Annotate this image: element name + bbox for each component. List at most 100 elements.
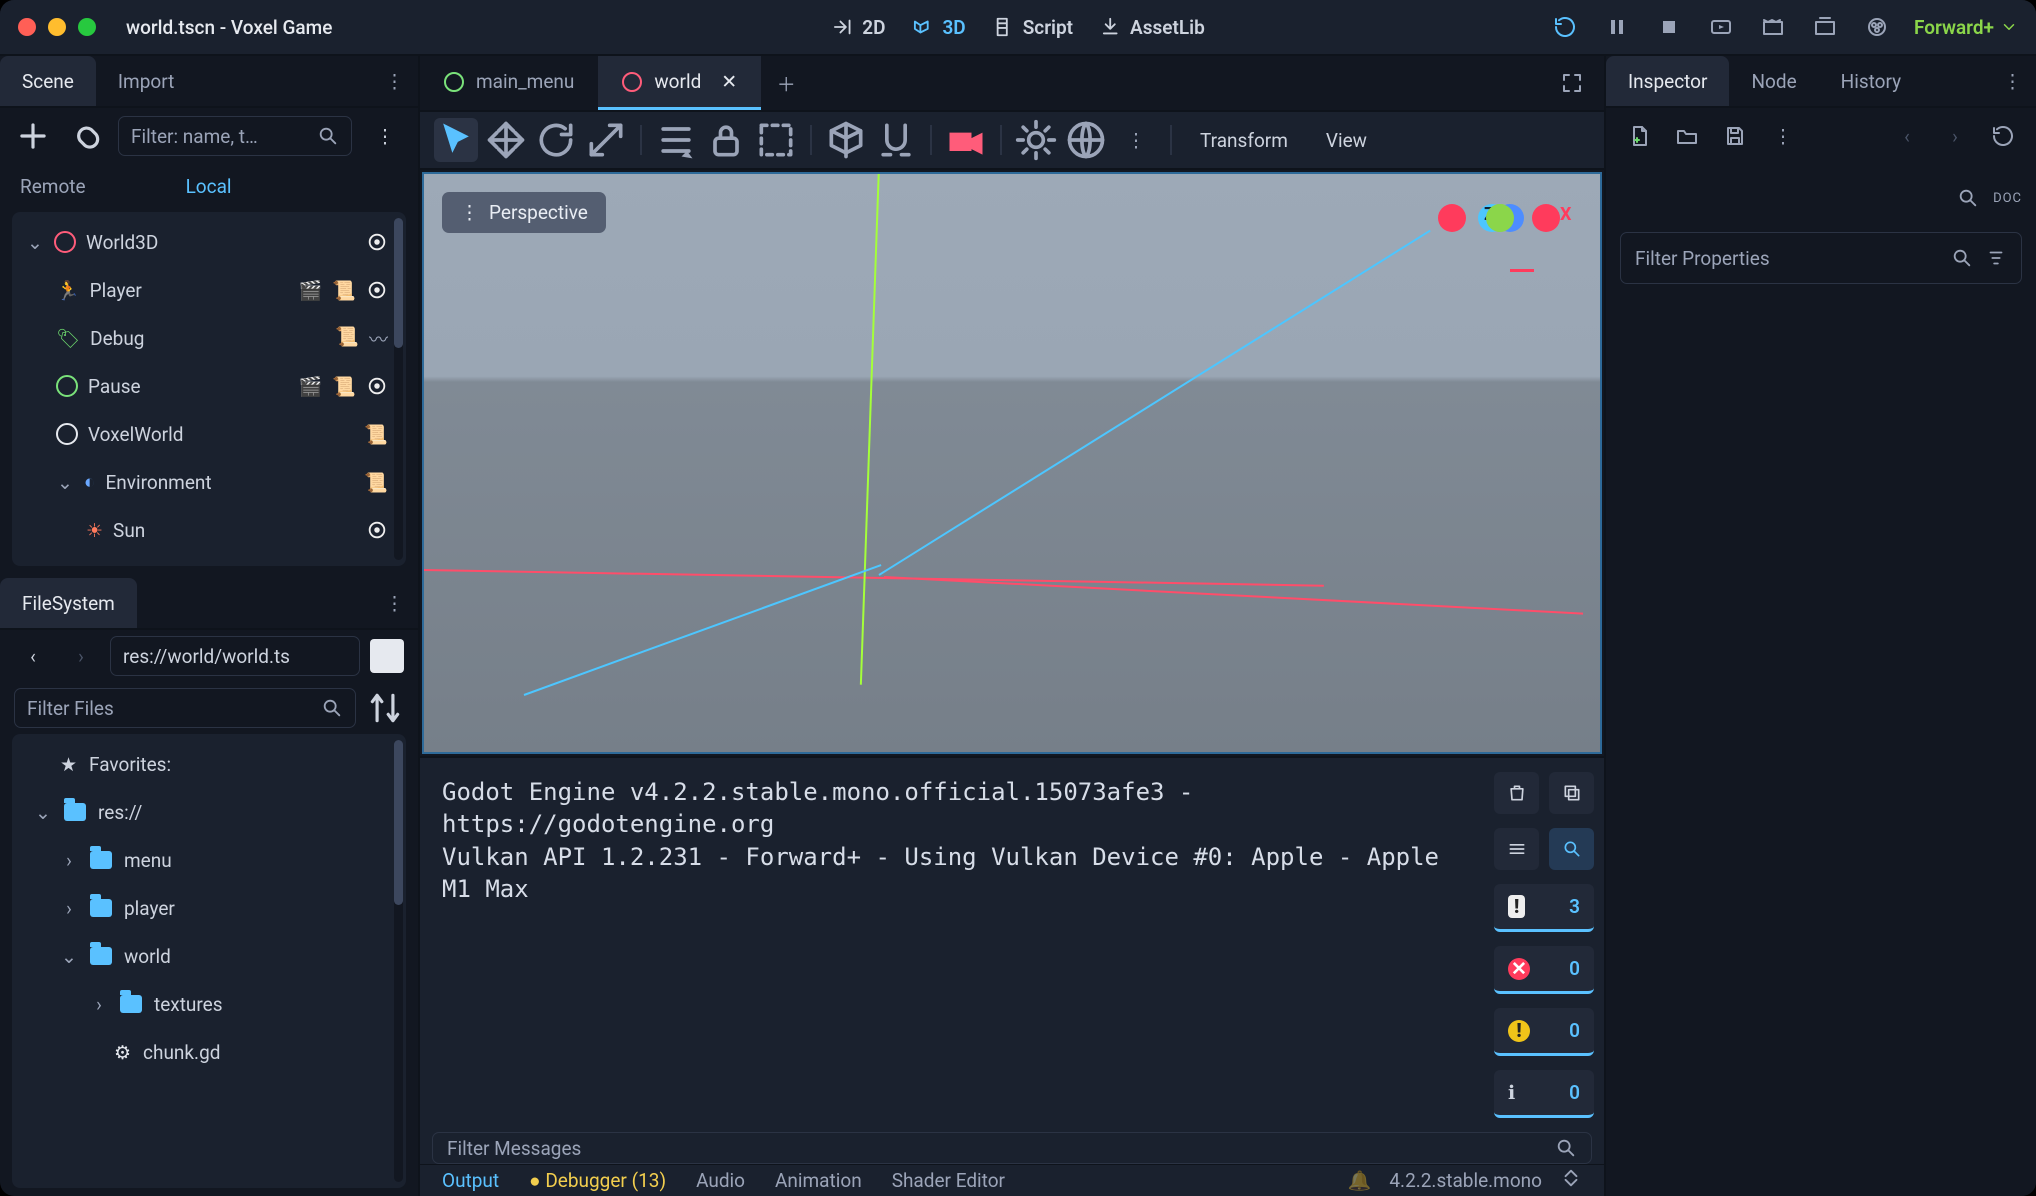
history-forward-button[interactable]: › [1940,121,1970,151]
scene-tree[interactable]: ⌄ World3D 🏃 Player 🎬 📜 🏷 Debu [12,212,406,566]
orientation-gizmo[interactable]: Y Z X [1430,204,1570,344]
output-console[interactable]: Godot Engine v4.2.2.stable.mono.official… [420,758,1484,1132]
doc-label[interactable]: DOC [1993,191,2022,206]
save-resource-button[interactable] [1720,121,1750,151]
bottom-tab-audio[interactable]: Audio [696,1169,745,1192]
notification-bell-icon[interactable]: 🔔 [1348,1169,1372,1192]
gizmo-y-neg[interactable] [1486,204,1514,232]
clear-output-button[interactable] [1494,772,1539,814]
renderer-selector[interactable]: Forward+ [1914,16,2018,39]
fs-folder-world[interactable]: ⌄ world [12,932,406,980]
select-tool-button[interactable] [434,118,478,162]
fs-filter-input[interactable]: Filter Files [14,688,356,728]
local-tab[interactable]: Local [186,175,232,198]
scene-node-environment[interactable]: ⌄ ◐ Environment 📜 [12,458,406,506]
fs-back-button[interactable]: ‹ [14,637,52,675]
output-filter-input[interactable]: Filter Messages [432,1132,1592,1164]
scene-node-world3d[interactable]: ⌄ World3D [12,218,406,266]
output-search-button[interactable] [1549,828,1594,870]
script-icon[interactable]: 📜 [335,325,359,352]
fs-scrollbar[interactable] [394,740,403,1182]
add-scene-tab-button[interactable]: ＋ [761,56,811,110]
3d-viewport[interactable]: ⋮ Perspective Y Z X [422,172,1602,754]
inspector-menu-icon[interactable]: ⋮ [1768,121,1798,151]
visibility-icon[interactable] [366,231,388,253]
scene-node-player[interactable]: 🏃 Player 🎬 📜 [12,266,406,314]
scene-more-icon[interactable]: ⋮ [366,117,404,155]
tab-inspector[interactable]: Inspector [1606,56,1729,106]
fs-file-chunk[interactable]: ⚙ chunk.gd [12,1028,406,1076]
dock-menu-icon[interactable]: ⋮ [1989,56,2036,106]
scene-node-voxelworld[interactable]: VoxelWorld 📜 [12,410,406,458]
scene-filter-input[interactable]: Filter: name, t… [118,116,352,156]
scene-tab-world[interactable]: world ✕ [598,56,761,110]
close-window-icon[interactable] [18,18,36,36]
fs-preview-icon[interactable] [370,639,404,673]
edit-count-row[interactable]: ℹ0 [1494,1070,1594,1118]
scene-node-debug[interactable]: 🏷 Debug 📜 〰 [12,314,406,362]
scale-tool-button[interactable] [584,118,628,162]
scene-node-pause[interactable]: Pause 🎬 📜 [12,362,406,410]
viewport-menu-icon[interactable]: ⋮ [1114,118,1158,162]
visibility-icon[interactable] [366,519,388,541]
error-count-row[interactable]: ✕0 [1494,946,1594,994]
gizmo-x-neg[interactable] [1438,204,1466,232]
fs-folder-player[interactable]: › player [12,884,406,932]
gizmo-x-pos[interactable] [1532,204,1560,232]
info-count-row[interactable]: !3 [1494,884,1594,932]
warn-count-row[interactable]: !0 [1494,1008,1594,1056]
expand-icon[interactable]: › [60,897,78,920]
expand-panel-icon[interactable] [1560,1167,1582,1194]
bottom-tab-shader[interactable]: Shader Editor [892,1169,1005,1192]
load-resource-button[interactable] [1672,121,1702,151]
new-resource-button[interactable] [1624,121,1654,151]
scene-node-sun[interactable]: ☀ Sun [12,506,406,554]
expand-icon[interactable]: › [90,993,108,1016]
environment-preview-button[interactable] [1064,118,1108,162]
fs-forward-button[interactable]: › [62,637,100,675]
inspector-filter-input[interactable]: Filter Properties [1620,232,2022,284]
group-button[interactable] [754,118,798,162]
run-current-scene-button[interactable] [1706,12,1736,42]
history-back-button[interactable]: ‹ [1892,121,1922,151]
perspective-menu[interactable]: ⋮ Perspective [442,192,606,233]
view-menu[interactable]: View [1310,129,1383,152]
collapse-icon[interactable]: ⌄ [56,471,74,494]
fs-favorites[interactable]: ★ Favorites: [12,740,406,788]
pause-button[interactable] [1602,12,1632,42]
tab-node[interactable]: Node [1729,56,1818,106]
script-icon[interactable]: 📜 [364,423,388,446]
fs-folder-textures[interactable]: › textures [12,980,406,1028]
lock-button[interactable] [704,118,748,162]
minimize-window-icon[interactable] [48,18,66,36]
expand-icon[interactable]: › [60,849,78,872]
view-2d-button[interactable]: 2D [831,16,885,39]
scene-tab-main-menu[interactable]: main_menu [420,56,598,110]
dock-menu-icon[interactable]: ⋮ [371,578,418,628]
play-project-button[interactable] [1550,12,1580,42]
tab-filesystem[interactable]: FileSystem [0,578,137,628]
script-icon[interactable]: 📜 [332,279,356,302]
tab-import[interactable]: Import [96,56,196,106]
script-icon[interactable]: 📜 [364,471,388,494]
add-node-button[interactable] [14,117,52,155]
close-tab-icon[interactable]: ✕ [721,70,737,93]
search-icon[interactable] [1957,187,1979,209]
scene-instance-icon[interactable]: 🎬 [299,375,323,398]
fs-tree[interactable]: ★ Favorites: ⌄ res:// › menu › player [12,734,406,1188]
bottom-tab-output[interactable]: Output [442,1169,499,1192]
collapse-icon[interactable]: ⌄ [60,945,78,968]
instance-scene-button[interactable] [66,117,104,155]
view-assetlib-button[interactable]: AssetLib [1099,16,1205,39]
history-menu-button[interactable] [1988,121,2018,151]
hidden-icon[interactable]: 〰 [369,325,388,352]
play-custom-scene-button[interactable] [1810,12,1840,42]
fs-path-input[interactable]: res://world/world.ts [110,636,360,676]
selectable-list-button[interactable] [654,118,698,162]
remote-tab[interactable]: Remote [20,175,86,198]
maximize-window-icon[interactable] [78,18,96,36]
distraction-free-icon[interactable] [1540,56,1604,110]
script-icon[interactable]: 📜 [332,375,356,398]
stop-button[interactable] [1654,12,1684,42]
tools-icon[interactable] [1985,247,2007,269]
